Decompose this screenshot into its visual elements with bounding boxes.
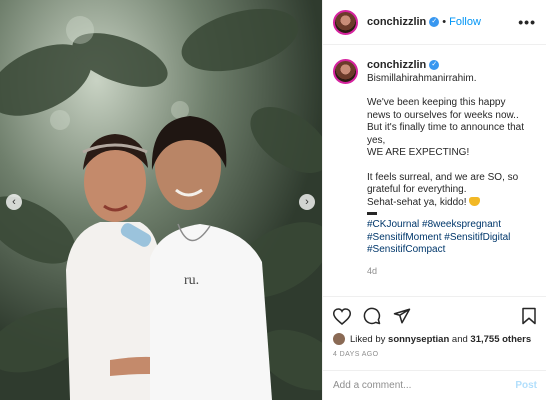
comment-input[interactable]: Add a comment... [333,380,411,391]
bookmark-icon [522,307,536,325]
share-icon [393,308,411,324]
post-photo[interactable]: ru. ‹ › [0,0,322,400]
caption-line: But it's finally time to announce that y… [367,122,524,146]
liker-avatar [333,333,345,345]
caption-line: Bismillahirahmanirrahim. [367,72,477,84]
caption: conchizzlin ✓ Bismillahirahmanirrahim. We… [323,45,546,295]
comment-icon [363,307,381,325]
liked-by-prefix: Liked by [350,333,386,345]
separator-dot: • [442,16,447,28]
caption-line: WE ARE EXPECTING! [367,147,470,158]
verified-badge-icon: ✓ [429,17,440,27]
caption-line: It feels surreal, and we are SO, so grat… [367,171,519,196]
avatar[interactable] [333,9,358,35]
divider [367,212,377,215]
chevron-left-icon: ‹ [12,195,16,208]
comment-bar: Add a comment... Post [323,370,546,400]
hashtag-line[interactable]: #CKJournal #8weekspregnant [367,219,527,232]
caption-body: conchizzlin ✓ Bismillahirahmanirrahim. We… [367,59,527,295]
others-count[interactable]: 31,755 others [470,334,531,345]
share-button[interactable] [393,307,411,325]
username-link[interactable]: conchizzlin [367,16,426,28]
svg-text:ru.: ru. [184,273,199,288]
chevron-right-icon: › [305,195,309,208]
previous-photo-button[interactable]: ‹ [6,194,22,210]
post-detail-panel: conchizzlin ✓ • Follow ••• conchizzlin ✓ … [322,0,546,400]
caption-username[interactable]: conchizzlin [367,59,426,71]
like-button[interactable] [333,307,351,325]
hashtag-line[interactable]: #SensitifMoment #SensitifDigital [367,232,527,245]
save-button[interactable] [521,307,537,325]
heart-icon [333,307,351,325]
and-label: and [451,333,468,345]
post-header: conchizzlin ✓ • Follow ••• [323,0,546,45]
post-date: 4 DAYS AGO [333,351,379,358]
caption-line: Sehat-sehat ya, kiddo! [367,196,467,208]
caption-avatar[interactable] [333,59,358,84]
liked-by-user[interactable]: sonnyseptian [388,334,449,345]
comment-button[interactable] [363,307,381,325]
photo-image: ru. [0,0,322,400]
hashtag-line[interactable]: #SensitifCompact [367,244,527,257]
caption-age: 4d [367,265,378,276]
caption-line: We've been keeping this happy news to ou… [367,97,519,121]
next-photo-button[interactable]: › [299,194,315,210]
action-bar: Liked by sonnyseptian and 31,755 others … [323,296,546,358]
verified-badge-icon: ✓ [429,60,440,71]
heart-emoji-icon [469,197,481,207]
post-comment-button[interactable]: Post [515,380,537,391]
likes-summary: Liked by sonnyseptian and 31,755 others [333,333,537,345]
follow-button[interactable]: Follow [449,16,481,28]
more-options-button[interactable]: ••• [518,14,536,30]
